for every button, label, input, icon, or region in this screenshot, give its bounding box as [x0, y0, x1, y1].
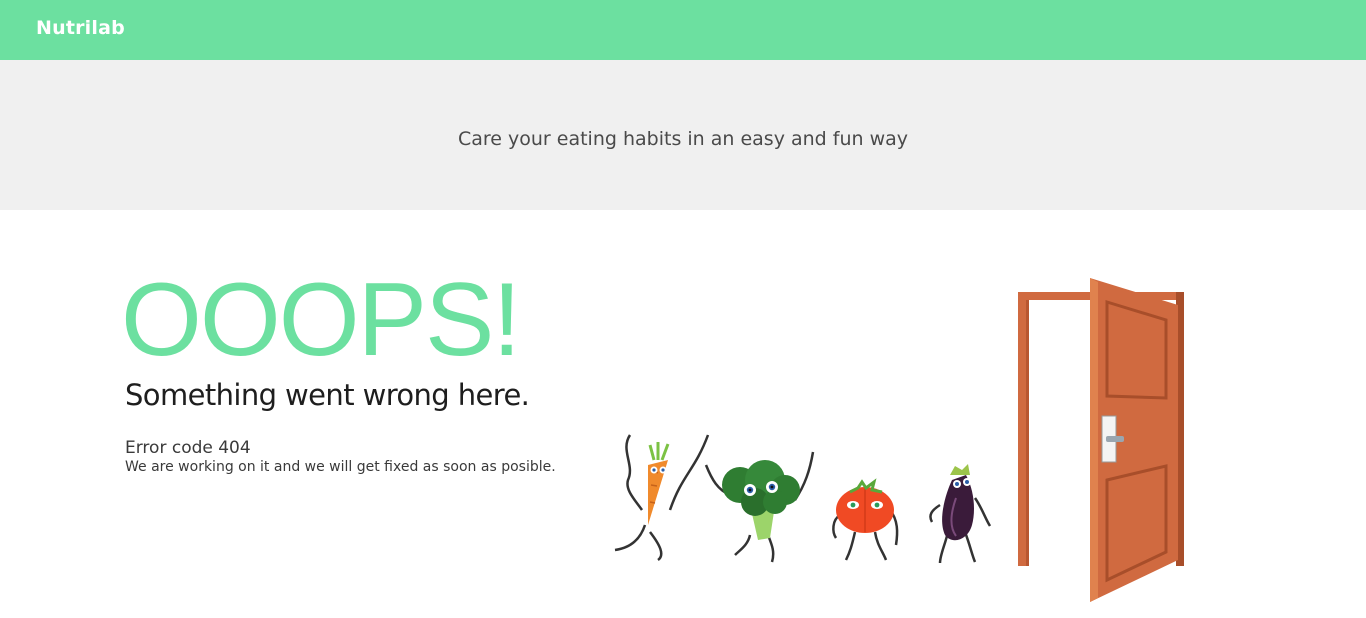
error-message: We are working on it and we will get fix…	[125, 459, 556, 475]
error-headline: Something went wrong here.	[125, 378, 530, 412]
hero-tagline: Care your eating habits in an easy and f…	[457, 128, 909, 150]
carrot-icon	[614, 434, 710, 562]
broccoli-icon	[704, 451, 815, 563]
illustration-svg	[614, 278, 1184, 602]
hero-banner: Care your eating habits in an easy and f…	[0, 60, 1366, 210]
tomato-icon	[832, 478, 899, 561]
error-block: OOOPS! Something went wrong here. Error …	[121, 268, 585, 476]
top-navbar: Nutrilab	[0, 0, 1366, 60]
brand-logo-link[interactable]: Nutrilab	[36, 17, 125, 39]
error-title: OOOPS!	[121, 262, 521, 378]
open-door-icon	[1018, 278, 1184, 602]
404-illustration	[600, 270, 1200, 610]
eggplant-icon	[929, 464, 992, 564]
error-code: Error code 404	[125, 438, 251, 458]
